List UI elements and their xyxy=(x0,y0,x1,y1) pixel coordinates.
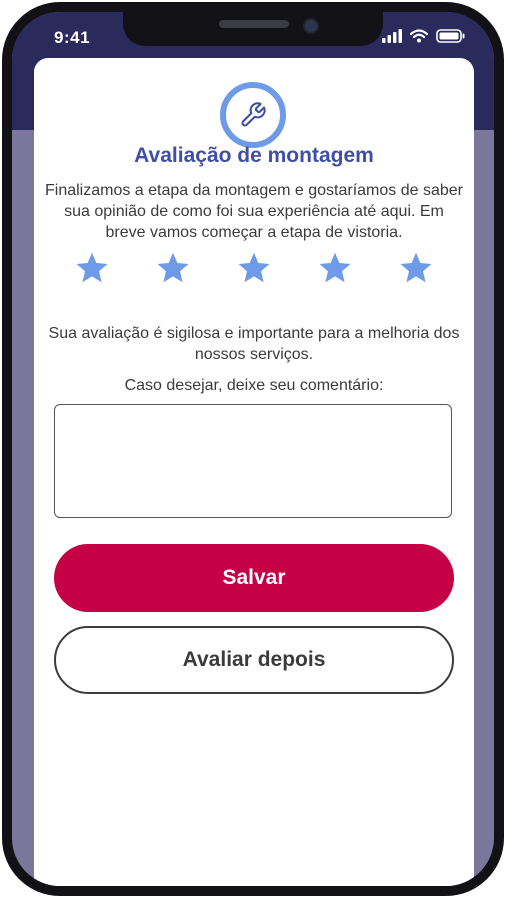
wrench-icon xyxy=(241,102,266,127)
privacy-note: Sua avaliação é sigilosa e importante pa… xyxy=(48,325,460,363)
star-icon-2[interactable] xyxy=(155,250,191,286)
page-title: Avaliação de montagem xyxy=(134,144,374,167)
speaker-grille xyxy=(219,20,289,28)
phone-frame: 9:41 Avaliação de montagem Finalizamos a… xyxy=(2,2,504,896)
camera-icon xyxy=(303,18,319,34)
star-icon-5[interactable] xyxy=(398,250,434,286)
rating-card: Avaliação de montagem Finalizamos a etap… xyxy=(34,58,474,886)
battery-icon xyxy=(436,29,465,43)
star-icon-4[interactable] xyxy=(317,250,353,286)
save-button[interactable]: Salvar xyxy=(54,544,454,612)
star-icon-3[interactable] xyxy=(236,250,272,286)
comment-label: Caso desejar, deixe seu comentário: xyxy=(124,377,384,394)
phone-screen: 9:41 Avaliação de montagem Finalizamos a… xyxy=(12,12,494,886)
star-icon-1[interactable] xyxy=(74,250,110,286)
status-icons xyxy=(382,29,466,43)
signal-icon xyxy=(382,29,402,43)
wifi-icon xyxy=(410,29,428,43)
star-rating xyxy=(74,250,434,286)
phone-notch xyxy=(123,12,383,46)
assembly-icon-badge xyxy=(220,82,286,148)
rate-later-button[interactable]: Avaliar depois xyxy=(54,626,454,694)
comment-textarea[interactable] xyxy=(54,404,452,518)
description-text: Finalizamos a etapa da montagem e gostar… xyxy=(44,182,463,241)
status-time: 9:41 xyxy=(54,28,91,47)
